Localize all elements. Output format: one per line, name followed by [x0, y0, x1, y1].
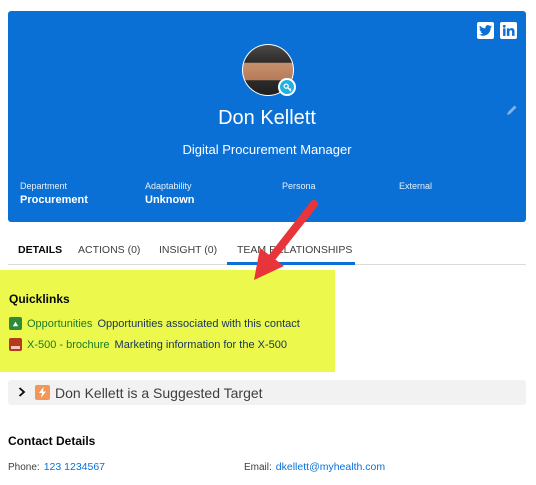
phone-value[interactable]: 123 1234567 — [44, 461, 105, 473]
field-label: Department — [20, 181, 68, 191]
field-value: Procurement — [20, 194, 88, 206]
key-badge-icon — [278, 78, 296, 96]
field-label: Persona — [282, 181, 316, 191]
quicklinks-panel: Quicklinks Opportunities Opportunities a… — [0, 270, 335, 372]
opportunity-icon — [9, 317, 22, 330]
field-persona: Persona — [282, 181, 316, 194]
avatar[interactable] — [242, 44, 296, 96]
edit-pencil-icon[interactable] — [506, 103, 518, 121]
field-value: Unknown — [145, 194, 195, 206]
field-department: Department Procurement — [20, 181, 88, 206]
contact-name: Don Kellett — [218, 107, 316, 129]
tab-hover-underline — [227, 262, 355, 265]
contact-details-title: Contact Details — [8, 434, 96, 448]
quicklink-row: X-500 - brochure Marketing information f… — [9, 338, 287, 351]
linkedin-icon[interactable] — [500, 22, 517, 39]
social-links — [477, 22, 517, 39]
lightning-icon — [35, 385, 50, 400]
tab-team-relationships[interactable]: TEAM RELATIONSHIPS — [237, 244, 352, 256]
field-external: External — [399, 181, 432, 194]
email-label: Email: — [244, 462, 272, 473]
phone-label: Phone: — [8, 462, 40, 473]
tab-insight[interactable]: INSIGHT (0) — [159, 244, 217, 256]
pdf-icon — [9, 338, 22, 351]
chevron-right-icon[interactable] — [18, 385, 26, 400]
field-label: External — [399, 181, 433, 191]
quicklinks-title: Quicklinks — [9, 292, 70, 306]
quicklink-row: Opportunities Opportunities associated w… — [9, 317, 300, 330]
contact-title: Digital Procurement Manager — [182, 142, 352, 157]
quicklink-description: Opportunities associated with this conta… — [97, 317, 300, 330]
field-adaptability: Adaptability Unknown — [145, 181, 195, 206]
field-label: Adaptability — [145, 181, 192, 191]
contact-header-card: Don Kellett Digital Procurement Manager … — [8, 11, 526, 222]
quicklink-brochure[interactable]: X-500 - brochure — [27, 339, 110, 351]
suggested-target-text: Don Kellett is a Suggested Target — [55, 384, 263, 401]
suggested-target-bar[interactable]: Don Kellett is a Suggested Target — [8, 380, 526, 405]
email-link[interactable]: dkellett@myhealth.com — [276, 461, 385, 473]
tab-bar: DETAILS ACTIONS (0) INSIGHT (0) TEAM REL… — [8, 234, 526, 265]
quicklink-description: Marketing information for the X-500 — [114, 338, 287, 351]
email-row: Email: dkellett@myhealth.com — [244, 461, 385, 473]
tab-details[interactable]: DETAILS — [18, 244, 62, 256]
twitter-icon[interactable] — [477, 22, 494, 39]
phone-row: Phone: 123 1234567 — [8, 461, 105, 473]
quicklink-opportunities[interactable]: Opportunities — [27, 318, 92, 330]
tab-actions[interactable]: ACTIONS (0) — [78, 244, 140, 256]
